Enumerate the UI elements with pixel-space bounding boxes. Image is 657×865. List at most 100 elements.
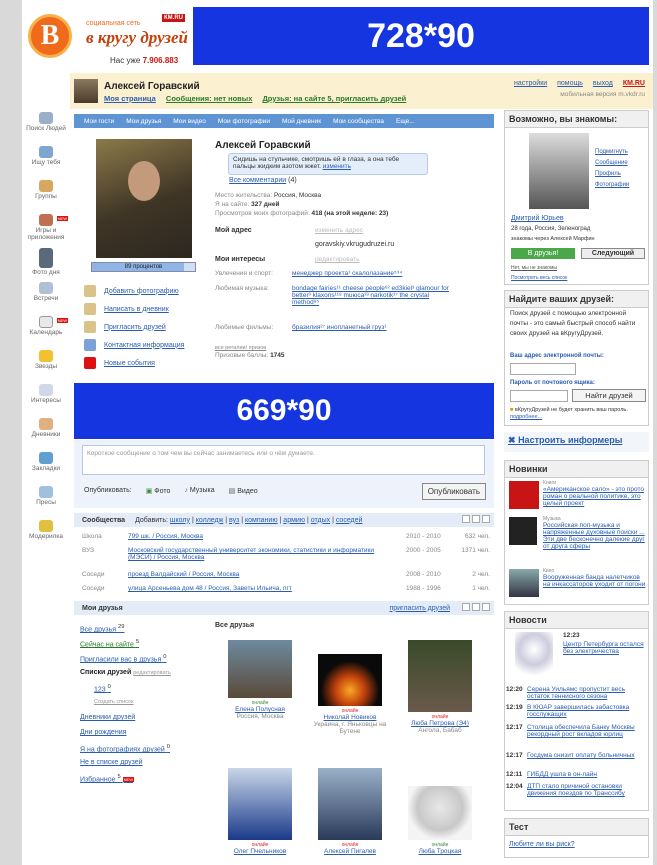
profile-photo[interactable] xyxy=(96,139,192,258)
nav-search-people[interactable]: Поиск Людей xyxy=(22,112,70,142)
friend-card[interactable]: онлайн Николай Новиков Украина, г. Яньков… xyxy=(310,654,390,735)
minimize-icon[interactable] xyxy=(462,603,470,611)
novinki-link[interactable]: Вооруженная банда налетчиков на инкассат… xyxy=(543,574,647,588)
next-button[interactable]: Следующий xyxy=(581,248,645,259)
see-all-link[interactable]: Посмотреть весь список xyxy=(511,275,567,281)
add-friend-button[interactable]: В друзья! xyxy=(511,248,575,259)
mobile-version[interactable]: мобильная версия m.vkdr.ru xyxy=(560,91,645,98)
invite-friends-link[interactable]: пригласить друзей xyxy=(389,605,450,612)
add-army-link[interactable]: армию xyxy=(283,517,305,524)
friend-photo[interactable] xyxy=(228,640,292,698)
suggestion-photo[interactable] xyxy=(529,133,589,209)
banner-top[interactable]: 728*90 xyxy=(193,7,649,65)
publish-button[interactable]: Опубликовать xyxy=(421,483,486,500)
news-link[interactable]: ГИБДД ушла в он-лайн xyxy=(527,771,647,778)
news-image[interactable] xyxy=(515,632,553,682)
password-input[interactable] xyxy=(510,390,568,402)
friend-photo[interactable] xyxy=(408,640,472,712)
photos-link[interactable]: Фотографии xyxy=(595,180,629,191)
not-in-list-link[interactable]: Не в списке друзей xyxy=(80,759,171,774)
nav-looking-for-you[interactable]: Ищу тебя xyxy=(22,146,70,176)
friend-photo[interactable] xyxy=(318,654,382,706)
minimize-icon[interactable] xyxy=(462,515,470,523)
novinki-link[interactable]: «Американское сало» - это прото роман о … xyxy=(543,486,647,507)
news-link[interactable]: В КЮАР завершилась забастовка госслужащи… xyxy=(527,704,647,718)
news-link[interactable]: Столица обеспечила Банку Москвы рекордны… xyxy=(527,724,647,738)
hobby-links[interactable]: менеджер проекта¹ скалолазание⁵⁹⁴ xyxy=(292,270,452,277)
friend-card[interactable]: онлайн Елена Полусная Россия, Москва xyxy=(220,640,300,720)
interests-edit-link[interactable]: редактировать xyxy=(315,256,359,263)
help-link[interactable]: помощь xyxy=(557,80,583,87)
add-photo-action[interactable]: Добавить фотографию xyxy=(84,282,184,300)
move-down-icon[interactable] xyxy=(482,515,490,523)
add-company-link[interactable]: компанию xyxy=(245,517,278,524)
nav-games[interactable]: NEW Игры и приложения xyxy=(22,214,70,244)
friend-photo[interactable] xyxy=(228,768,292,840)
nav-stars[interactable]: Звезды xyxy=(22,350,70,380)
move-down-icon[interactable] xyxy=(482,603,490,611)
friend-card[interactable]: онлайн Олег Пчельников xyxy=(220,768,300,855)
move-up-icon[interactable] xyxy=(472,603,480,611)
all-regalia-link[interactable]: все регалии/ призов xyxy=(215,345,266,351)
invited-link[interactable]: Пригласили вас в друзья 0 xyxy=(80,654,171,669)
nav-photo-of-day[interactable]: Фото дня xyxy=(22,248,70,278)
nav-calendar[interactable]: NEW Календарь xyxy=(22,316,70,346)
list-123-link[interactable]: 123 0 xyxy=(80,684,171,699)
edit-lists-link[interactable]: редактировать xyxy=(133,670,171,676)
novinki-link[interactable]: Российская поп-музыка и напряженные духо… xyxy=(543,522,647,550)
video-attach[interactable]: ▤ Видео xyxy=(229,487,258,495)
friends-diaries-link[interactable]: Дневники друзей xyxy=(80,714,171,729)
test-link[interactable]: Любите ли вы риск? xyxy=(509,841,575,848)
novinki-cover[interactable] xyxy=(509,569,539,597)
tab-communities[interactable]: Мои сообщества xyxy=(333,118,384,125)
tab-friends[interactable]: Мои друзья xyxy=(126,118,161,125)
add-school-link[interactable]: школу xyxy=(170,517,190,524)
community-link[interactable]: Московский государственный университет э… xyxy=(128,547,398,561)
not-known-link[interactable]: Нет, мы не знакомы xyxy=(511,265,557,271)
tab-photos[interactable]: Мои фотографии xyxy=(218,118,270,125)
avatar[interactable] xyxy=(74,79,98,103)
contact-info-action[interactable]: Контактная информация xyxy=(84,336,184,354)
nav-moderation[interactable]: Модерилка xyxy=(22,520,70,550)
add-university-link[interactable]: вуз xyxy=(229,517,239,524)
my-page-link[interactable]: Моя страница xyxy=(104,94,156,103)
novinki-cover[interactable] xyxy=(509,517,537,545)
more-link[interactable]: подробнее... xyxy=(510,414,542,420)
nav-groups[interactable]: Группы xyxy=(22,180,70,210)
news-top-link[interactable]: Центр Петербурга остался без электричест… xyxy=(563,641,645,655)
community-link[interactable]: 799 шк. / Россия, Москва xyxy=(128,533,398,540)
friend-card[interactable]: онлайн Люба Петрова (Э4) Ангола, Бабаб xyxy=(400,640,480,734)
km-badge[interactable]: КМ.RU xyxy=(162,14,185,22)
nav-diaries[interactable]: Дневники xyxy=(22,418,70,448)
tab-videos[interactable]: Мои видео xyxy=(173,118,206,125)
logo-icon[interactable]: В xyxy=(28,14,72,58)
add-vacation-link[interactable]: отдых xyxy=(311,517,330,524)
friend-photo[interactable] xyxy=(318,768,382,840)
photo-attach[interactable]: ▣ Фото xyxy=(146,487,171,495)
me-in-photos-link[interactable]: Я на фотографиях друзей 0 xyxy=(80,744,171,759)
message-link[interactable]: Сообщение xyxy=(595,158,629,169)
create-list-link[interactable]: Создать список xyxy=(80,699,171,714)
nav-meetings[interactable]: Встречи xyxy=(22,282,70,312)
friend-photo[interactable] xyxy=(408,786,472,840)
music-links[interactable]: bondage fairies¹¹ cheese people⁶² ed3kie… xyxy=(292,285,452,306)
invite-friends-action[interactable]: Пригласить друзей xyxy=(84,318,184,336)
tab-diary[interactable]: Мой дневник xyxy=(282,118,321,125)
banner-mid[interactable]: 669*90 xyxy=(74,383,494,439)
news-link[interactable]: ДТП стало причиной остановки движения по… xyxy=(527,783,647,797)
tab-more[interactable]: Еще... xyxy=(396,118,415,125)
new-events-action[interactable]: Новые события xyxy=(84,354,184,372)
nav-bookmarks[interactable]: Закладки xyxy=(22,452,70,482)
nav-interests[interactable]: Интересы xyxy=(22,384,70,414)
logout-link[interactable]: выход xyxy=(593,80,613,87)
brand-name[interactable]: в кругу друзей xyxy=(86,28,188,48)
nav-press[interactable]: Пресы xyxy=(22,486,70,516)
add-college-link[interactable]: колледж xyxy=(196,517,224,524)
birthdays-link[interactable]: Дни рождения xyxy=(80,729,171,744)
address-edit-link[interactable]: изменить адрес xyxy=(315,227,363,234)
community-link[interactable]: улица Арсеньева дом 48 / Россия, Заветы … xyxy=(128,585,398,592)
favorites-link[interactable]: Избранное 5 NEW xyxy=(80,774,171,789)
novinki-cover[interactable] xyxy=(509,481,539,509)
comments[interactable]: Все комментарии (4) xyxy=(229,177,297,184)
online-now-link[interactable]: Сейчас на сайте 5 xyxy=(80,639,171,654)
